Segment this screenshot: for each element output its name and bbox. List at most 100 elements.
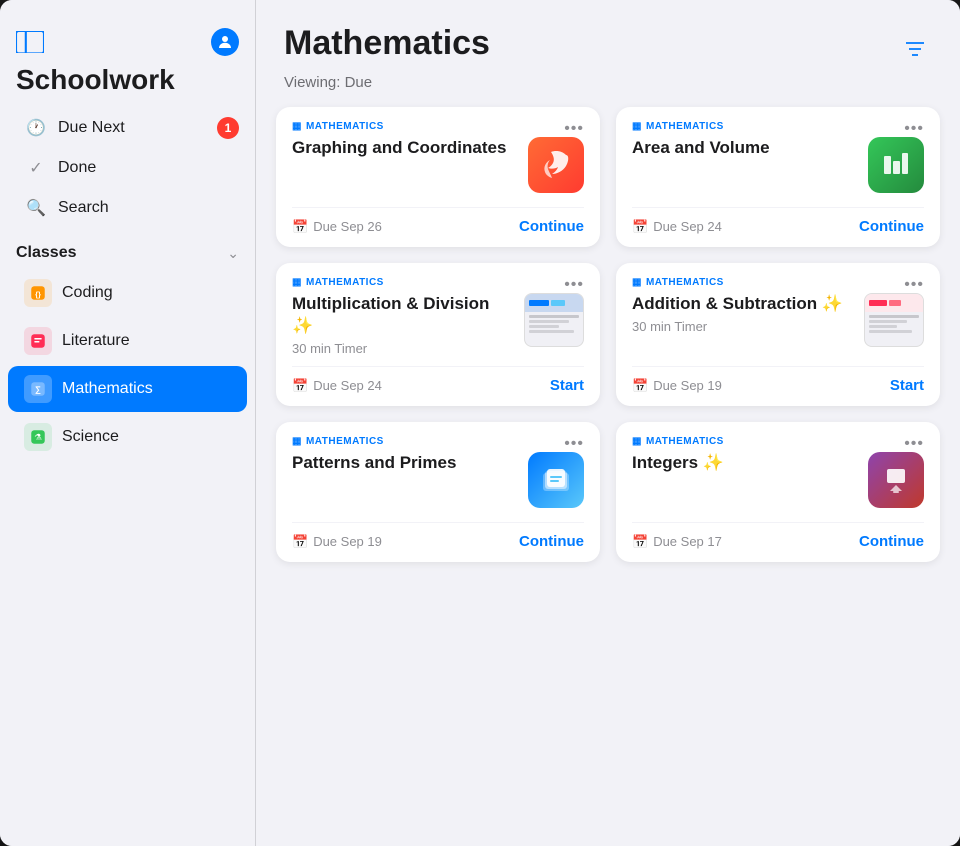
science-icon: ⚗ (24, 423, 52, 451)
card-continue-button[interactable]: Continue (519, 218, 584, 235)
done-label: Done (58, 159, 96, 177)
subject-badge: ▦ MATHEMATICS (632, 277, 724, 288)
calendar-icon: 📅 (632, 378, 648, 394)
card-body: Integers ✨ (632, 452, 924, 512)
card-area-volume: ▦ MATHEMATICS ••• Area and Volume (616, 107, 940, 247)
card-more-button[interactable]: ••• (564, 436, 584, 452)
card-patterns: ▦ MATHEMATICS ••• Patterns and Primes (276, 422, 600, 562)
card-title: Integers ✨ (632, 452, 856, 474)
card-continue-button[interactable]: Continue (519, 533, 584, 550)
card-addition: ▦ MATHEMATICS ••• Addition & Subtraction… (616, 263, 940, 406)
card-title: Addition & Subtraction ✨ (632, 293, 852, 315)
card-title: Patterns and Primes (292, 452, 516, 474)
card-subtitle: 30 min Timer (292, 341, 512, 356)
mathematics-badge-icon: ▦ (632, 436, 642, 447)
card-footer: 📅 Due Sep 19 Continue (292, 522, 584, 562)
sidebar-item-search[interactable]: 🔍 Search (8, 188, 247, 228)
card-info: Patterns and Primes (292, 452, 516, 478)
card-more-button[interactable]: ••• (564, 121, 584, 137)
due-next-label: Due Next (58, 119, 125, 137)
keynote-app-icon (868, 452, 924, 508)
card-info: Addition & Subtraction ✨ 30 min Timer (632, 293, 852, 334)
subject-badge: ▦ MATHEMATICS (292, 277, 384, 288)
mathematics-icon: ∑ (24, 375, 52, 403)
sidebar-item-done[interactable]: ✓ Done (8, 148, 247, 188)
coding-label: Coding (62, 284, 113, 302)
card-continue-button[interactable]: Continue (859, 218, 924, 235)
calendar-icon: 📅 (292, 219, 308, 235)
sidebar-item-literature[interactable]: Literature (8, 318, 247, 364)
card-body: Multiplication & Division ✨ 30 min Timer (292, 293, 584, 356)
subject-badge: ▦ MATHEMATICS (292, 436, 384, 447)
filter-button[interactable] (898, 32, 932, 66)
subject-badge: ▦ MATHEMATICS (632, 121, 724, 132)
card-graphing: ▦ MATHEMATICS ••• Graphing and Coordinat… (276, 107, 600, 247)
mathematics-badge-icon: ▦ (632, 277, 642, 288)
sidebar-item-mathematics[interactable]: ∑ Mathematics (8, 366, 247, 412)
classes-section-header: Classes ⌄ (0, 228, 255, 268)
card-title: Graphing and Coordinates (292, 137, 516, 159)
user-avatar[interactable] (211, 28, 239, 56)
card-body: Area and Volume (632, 137, 924, 197)
card-integers: ▦ MATHEMATICS ••• Integers ✨ (616, 422, 940, 562)
mathematics-badge-icon: ▦ (292, 436, 302, 447)
main-title: Mathematics (284, 24, 490, 63)
card-due: 📅 Due Sep 26 (292, 219, 382, 235)
card-continue-button[interactable]: Continue (859, 533, 924, 550)
coding-icon: {} (24, 279, 52, 307)
due-next-badge: 1 (217, 117, 239, 139)
card-subtitle: 30 min Timer (632, 319, 852, 334)
svg-text:{}: {} (35, 290, 41, 299)
card-body: Addition & Subtraction ✨ 30 min Timer (632, 293, 924, 356)
card-info: Integers ✨ (632, 452, 856, 478)
literature-icon (24, 327, 52, 355)
swift-app-icon (528, 137, 584, 193)
card-more-button[interactable]: ••• (904, 436, 924, 452)
card-start-button[interactable]: Start (890, 377, 924, 394)
calendar-icon: 📅 (632, 534, 648, 550)
literature-label: Literature (62, 332, 130, 350)
sidebar-toggle-button[interactable] (16, 28, 44, 56)
search-icon: 🔍 (24, 196, 48, 220)
card-footer: 📅 Due Sep 17 Continue (632, 522, 924, 562)
sidebar-item-science[interactable]: ⚗ Science (8, 414, 247, 460)
subject-badge: ▦ MATHEMATICS (632, 436, 724, 447)
calendar-icon: 📅 (292, 534, 308, 550)
card-more-button[interactable]: ••• (904, 277, 924, 293)
main-title-group: Mathematics (284, 24, 490, 63)
files-app-icon (528, 452, 584, 508)
card-top: ▦ MATHEMATICS ••• (632, 277, 924, 293)
checkmark-icon: ✓ (24, 156, 48, 180)
viewing-label: Viewing: Due (256, 74, 960, 107)
card-more-button[interactable]: ••• (904, 121, 924, 137)
card-more-button[interactable]: ••• (564, 277, 584, 293)
card-top: ▦ MATHEMATICS ••• (632, 436, 924, 452)
calendar-icon: 📅 (292, 378, 308, 394)
sidebar-item-coding[interactable]: {} Coding (8, 270, 247, 316)
card-top: ▦ MATHEMATICS ••• (632, 121, 924, 137)
mathematics-badge-icon: ▦ (292, 121, 302, 132)
card-due: 📅 Due Sep 19 (292, 534, 382, 550)
card-info: Graphing and Coordinates (292, 137, 516, 163)
search-label: Search (58, 199, 109, 217)
sidebar-item-due-next[interactable]: 🕐 Due Next 1 (8, 108, 247, 148)
clock-icon: 🕐 (24, 116, 48, 140)
card-title: Area and Volume (632, 137, 856, 159)
card-due: 📅 Due Sep 19 (632, 378, 722, 394)
mathematics-label: Mathematics (62, 380, 153, 398)
sidebar-header (0, 20, 255, 60)
thumbnail-add (864, 293, 924, 347)
classes-list: {} Coding Literature (0, 268, 255, 462)
card-top: ▦ MATHEMATICS ••• (292, 277, 584, 293)
card-footer: 📅 Due Sep 19 Start (632, 366, 924, 406)
card-start-button[interactable]: Start (550, 377, 584, 394)
card-due: 📅 Due Sep 17 (632, 534, 722, 550)
card-footer: 📅 Due Sep 26 Continue (292, 207, 584, 247)
chevron-down-icon[interactable]: ⌄ (227, 245, 239, 262)
card-multiplication: ▦ MATHEMATICS ••• Multiplication & Divis… (276, 263, 600, 406)
app-window: Schoolwork 🕐 Due Next 1 ✓ Done 🔍 Search … (0, 0, 960, 846)
mathematics-badge-icon: ▦ (632, 121, 642, 132)
card-due: 📅 Due Sep 24 (632, 219, 722, 235)
calendar-icon: 📅 (632, 219, 648, 235)
svg-text:⚗: ⚗ (34, 433, 41, 442)
